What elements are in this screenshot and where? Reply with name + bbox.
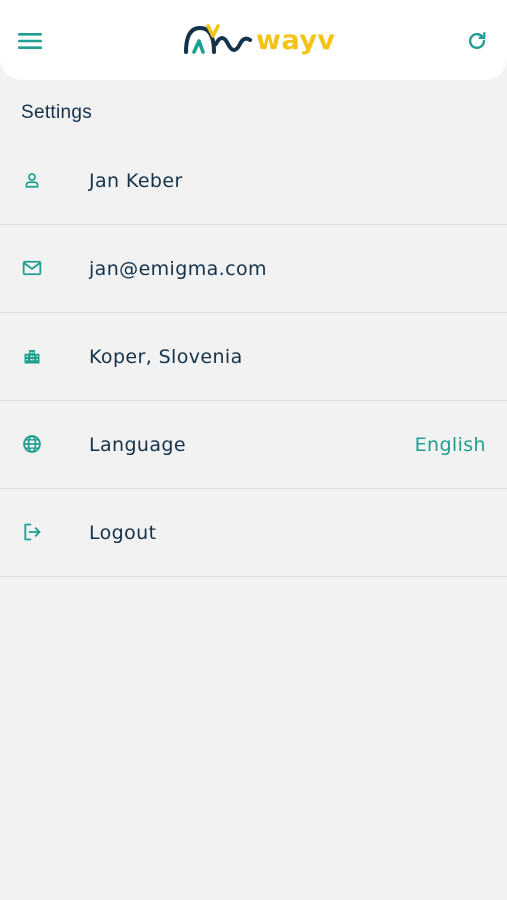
user-icon (21, 169, 42, 190)
menu-button[interactable] (14, 26, 46, 56)
settings-item-language[interactable]: Language English (0, 401, 507, 489)
settings-item-label: Koper, Slovenia (89, 346, 243, 368)
wave-logo-icon (184, 24, 252, 54)
mail-icon (21, 257, 42, 278)
settings-item-name: Jan Keber (0, 137, 507, 225)
page-title: Settings (21, 102, 93, 123)
app-header: wayv (0, 0, 507, 80)
city-icon (21, 345, 42, 366)
settings-item-logout[interactable]: Logout (0, 489, 507, 577)
settings-item-email: jan@emigma.com (0, 225, 507, 313)
logo-text: wayv (256, 24, 336, 56)
settings-list: Jan Keber jan@emigma.com Koper, Slovenia… (0, 137, 507, 577)
refresh-button[interactable] (461, 26, 493, 56)
globe-icon (21, 433, 42, 454)
wayv-logo: wayv (182, 20, 336, 60)
logout-icon (21, 521, 42, 542)
settings-item-label: Logout (89, 522, 157, 544)
settings-item-label: Language (89, 434, 186, 456)
language-value[interactable]: English (415, 434, 486, 456)
settings-item-label: Jan Keber (89, 170, 183, 192)
settings-item-location: Koper, Slovenia (0, 313, 507, 401)
hamburger-menu-icon (18, 33, 42, 49)
settings-item-label: jan@emigma.com (89, 258, 267, 280)
refresh-icon (468, 32, 486, 50)
